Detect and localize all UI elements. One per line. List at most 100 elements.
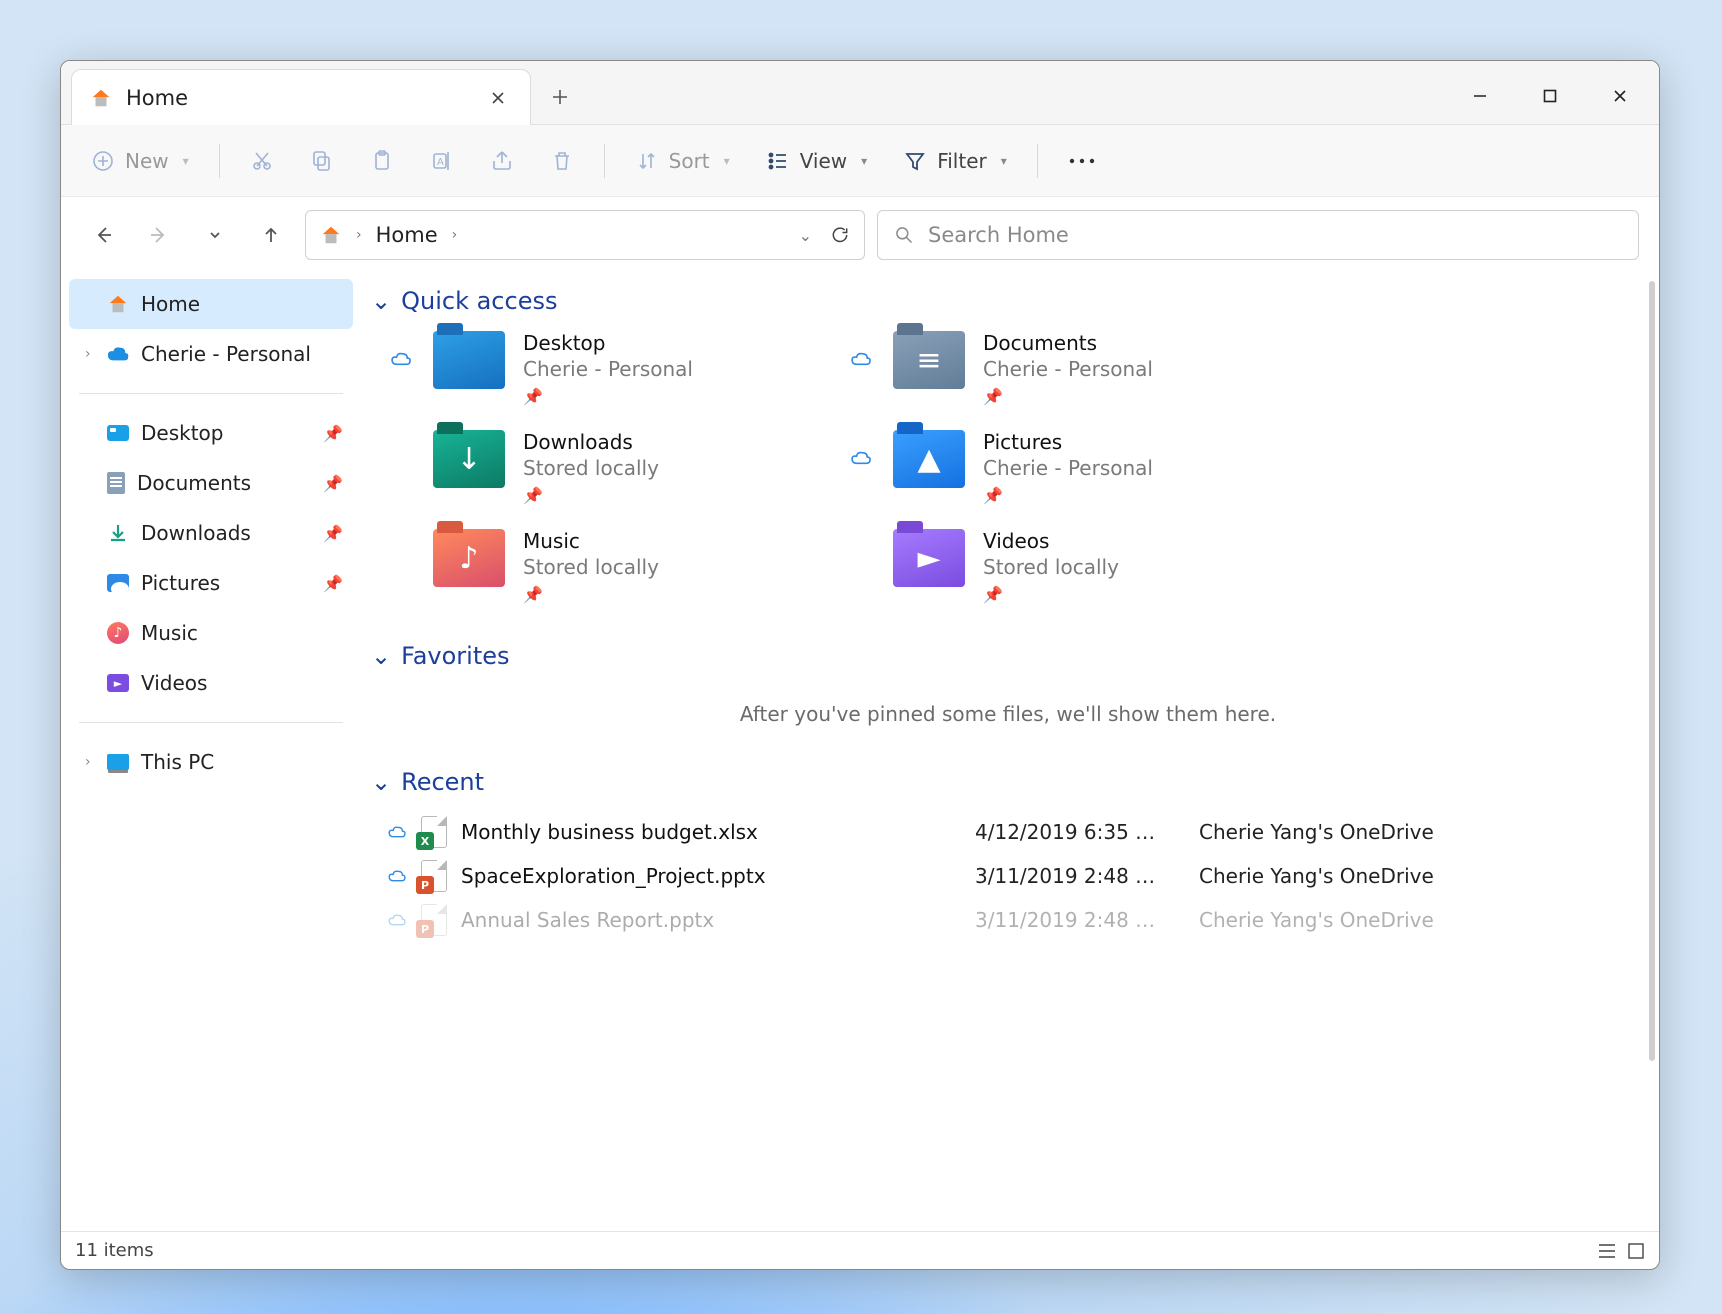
quick-access-item[interactable]: ▲PicturesCherie - Personal📌: [847, 430, 1287, 505]
recent-list: Monthly business budget.xlsx 4/12/2019 6:…: [367, 810, 1649, 942]
desktop-icon: [107, 425, 129, 441]
section-recent[interactable]: ⌄ Recent: [367, 754, 1649, 810]
sidebar-item-label: Downloads: [141, 521, 251, 545]
close-window-button[interactable]: [1585, 70, 1655, 122]
copy-button[interactable]: [294, 137, 350, 185]
pin-icon: 📌: [323, 574, 343, 593]
file-name: SpaceExploration_Project.pptx: [461, 864, 961, 888]
view-button[interactable]: View ▾: [750, 137, 884, 185]
sort-button[interactable]: Sort ▾: [619, 137, 746, 185]
address-bar[interactable]: › Home › ⌄: [305, 210, 865, 260]
pin-icon: 📌: [523, 585, 659, 604]
new-button[interactable]: New ▾: [75, 137, 205, 185]
section-quick-access[interactable]: ⌄ Quick access: [367, 273, 1649, 329]
file-type-icon: [421, 860, 447, 892]
downloads-icon: [107, 522, 129, 544]
chevron-right-icon: ›: [356, 227, 362, 243]
share-button[interactable]: [474, 137, 530, 185]
forward-button[interactable]: [137, 213, 181, 257]
minimize-button[interactable]: [1445, 70, 1515, 122]
home-icon: [107, 293, 129, 315]
recent-file-row[interactable]: SpaceExploration_Project.pptx3/11/2019 2…: [367, 854, 1649, 898]
new-tab-button[interactable]: [537, 74, 583, 120]
chevron-down-icon: ▾: [724, 154, 730, 168]
item-name: Documents: [983, 331, 1153, 355]
breadcrumb-current[interactable]: Home: [376, 223, 438, 247]
delete-button[interactable]: [534, 137, 590, 185]
cloud-icon: [387, 869, 407, 883]
sidebar-item-documents[interactable]: Documents📌: [69, 458, 353, 508]
scrollbar[interactable]: [1649, 281, 1655, 1061]
search-input[interactable]: [928, 223, 1622, 247]
quick-access-item[interactable]: ↓DownloadsStored locally📌: [387, 430, 827, 505]
up-button[interactable]: [249, 213, 293, 257]
item-sublabel: Cherie - Personal: [983, 456, 1153, 480]
chevron-right-icon[interactable]: ›: [85, 754, 91, 770]
quick-access-item[interactable]: ►VideosStored locally📌: [847, 529, 1287, 604]
view-label: View: [800, 149, 847, 173]
item-count: 11 items: [75, 1240, 154, 1261]
details-view-button[interactable]: [1597, 1242, 1617, 1260]
sidebar-item-this-pc[interactable]: › This PC: [69, 737, 353, 787]
pin-icon: 📌: [523, 486, 659, 505]
section-label: Favorites: [401, 642, 509, 670]
sidebar-item-home[interactable]: Home: [69, 279, 353, 329]
more-button[interactable]: [1052, 137, 1112, 185]
music-icon: [107, 622, 129, 644]
sidebar-item-label: Documents: [137, 471, 251, 495]
body: Home › Cherie - Personal Desktop📌 Docume…: [61, 273, 1659, 1231]
navigation-pane: Home › Cherie - Personal Desktop📌 Docume…: [61, 273, 361, 1231]
search-icon: [894, 225, 914, 245]
status-bar: 11 items: [61, 1231, 1659, 1269]
pin-icon: 📌: [523, 387, 693, 406]
sidebar-item-downloads[interactable]: Downloads 📌: [69, 508, 353, 558]
sidebar-item-onedrive[interactable]: › Cherie - Personal: [69, 329, 353, 379]
item-sublabel: Stored locally: [523, 456, 659, 480]
address-dropdown-button[interactable]: ⌄: [799, 226, 812, 245]
pin-icon: 📌: [323, 524, 343, 543]
file-name: Monthly business budget.xlsx: [461, 820, 961, 844]
back-button[interactable]: [81, 213, 125, 257]
history-dropdown-button[interactable]: [193, 213, 237, 257]
recent-file-row[interactable]: Monthly business budget.xlsx 4/12/2019 6:…: [367, 810, 1649, 854]
cut-button[interactable]: [234, 137, 290, 185]
maximize-button[interactable]: [1515, 70, 1585, 122]
sidebar-item-desktop[interactable]: Desktop📌: [69, 408, 353, 458]
recent-file-row[interactable]: Annual Sales Report.pptx3/11/2019 2:48 ……: [367, 898, 1649, 942]
sidebar-item-label: Videos: [141, 671, 207, 695]
cloud-icon: [387, 430, 415, 450]
thumbnails-view-button[interactable]: [1627, 1242, 1645, 1260]
chevron-down-icon: ▾: [861, 154, 867, 168]
quick-access-grid: DesktopCherie - Personal📌 ≡DocumentsCheri…: [367, 329, 1649, 628]
window-controls: [1445, 68, 1659, 124]
file-location: Cherie Yang's OneDrive: [1199, 864, 1434, 888]
favorites-empty-text: After you've pinned some files, we'll sh…: [367, 684, 1649, 754]
folder-icon: ▲: [893, 430, 965, 488]
pictures-icon: [107, 574, 129, 592]
close-tab-button[interactable]: [484, 84, 512, 112]
quick-access-item[interactable]: DesktopCherie - Personal📌: [387, 331, 827, 406]
refresh-button[interactable]: [830, 225, 850, 245]
cloud-icon: [387, 529, 415, 549]
pin-icon: 📌: [983, 585, 1119, 604]
chevron-right-icon: ›: [452, 227, 458, 243]
search-box[interactable]: [877, 210, 1639, 260]
quick-access-item[interactable]: ♪MusicStored locally📌: [387, 529, 827, 604]
chevron-right-icon[interactable]: ›: [85, 346, 91, 362]
file-date: 4/12/2019 6:35 …: [975, 820, 1185, 844]
tab-label: Home: [126, 86, 188, 110]
section-favorites[interactable]: ⌄ Favorites: [367, 628, 1649, 684]
quick-access-item[interactable]: ≡DocumentsCherie - Personal📌: [847, 331, 1287, 406]
pin-icon: 📌: [983, 387, 1153, 406]
rename-button[interactable]: A: [414, 137, 470, 185]
chevron-down-icon: ⌄: [371, 768, 391, 796]
cloud-icon: [107, 343, 129, 365]
sidebar-item-videos[interactable]: Videos: [69, 658, 353, 708]
sidebar-item-pictures[interactable]: Pictures📌: [69, 558, 353, 608]
tab-home[interactable]: Home: [71, 69, 531, 125]
separator: [219, 144, 220, 178]
sidebar-item-music[interactable]: Music: [69, 608, 353, 658]
paste-button[interactable]: [354, 137, 410, 185]
chevron-down-icon: ⌄: [371, 287, 391, 315]
filter-button[interactable]: Filter ▾: [887, 137, 1023, 185]
